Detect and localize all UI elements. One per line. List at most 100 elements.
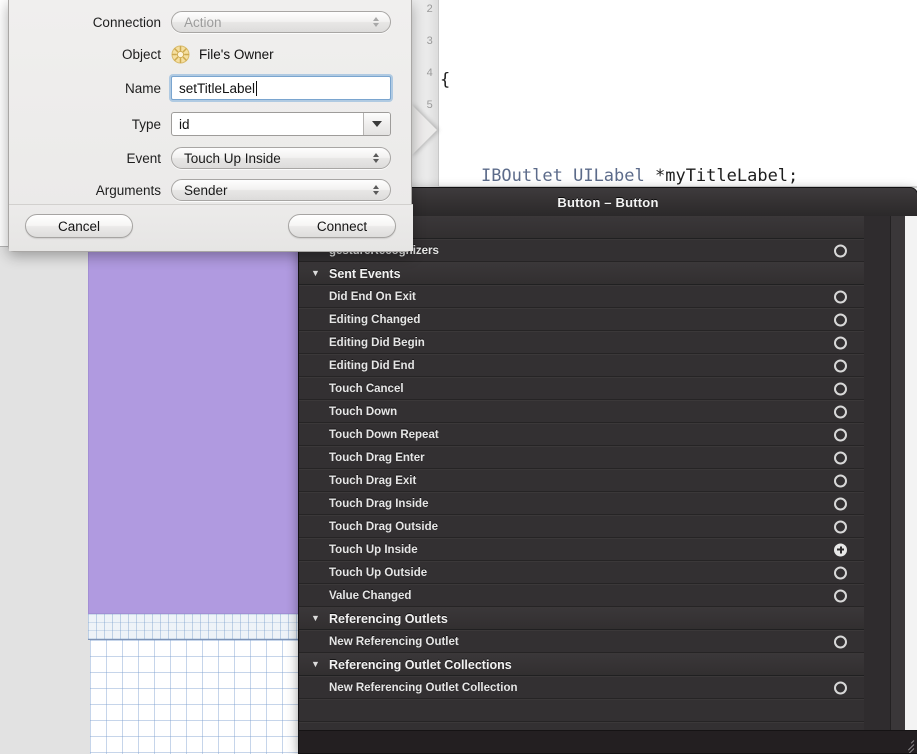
- connection-well-circle-icon[interactable]: [834, 566, 847, 579]
- connection-well-circle-icon[interactable]: [834, 405, 847, 418]
- field-row-event: Event Touch Up Inside: [9, 144, 413, 172]
- section-header-label: Referencing Outlet Collections: [329, 657, 512, 672]
- arguments-popup-value: Sender: [184, 182, 228, 198]
- connection-well-circle-icon[interactable]: [834, 359, 847, 372]
- line-number: 2: [426, 4, 433, 16]
- connection-row-editing-changed[interactable]: Editing Changed: [299, 308, 864, 331]
- connection-well-circle-icon[interactable]: [834, 336, 847, 349]
- inspector-right-margin: [905, 216, 917, 753]
- chevron-down-icon[interactable]: ▼: [311, 660, 325, 669]
- field-row-type: Type id: [9, 110, 413, 138]
- connection-well-circle-icon[interactable]: [834, 428, 847, 441]
- connection-row-label: Touch Drag Exit: [329, 474, 417, 487]
- up-down-arrows-icon: [373, 183, 380, 197]
- connection-row-label: Touch Up Inside: [329, 543, 418, 556]
- connection-well-circle-icon[interactable]: [834, 589, 847, 602]
- event-popup-button[interactable]: Touch Up Inside: [171, 147, 391, 169]
- connection-row-label: Editing Did Begin: [329, 336, 425, 349]
- inspector-connections-list: ▼ ollections gestureRecognizers ▼ Sent E…: [299, 216, 864, 731]
- connection-well-circle-icon[interactable]: [834, 635, 847, 648]
- name-label: Name: [124, 80, 161, 96]
- connection-row-touch-down[interactable]: Touch Down: [299, 400, 864, 423]
- object-label: Object: [121, 46, 161, 62]
- code-line-brace-open: {: [440, 70, 451, 90]
- chevron-down-icon[interactable]: ▼: [311, 269, 325, 278]
- section-header-referencing-outlets[interactable]: ▼ Referencing Outlets: [299, 607, 864, 630]
- connection-well-connected-icon[interactable]: [834, 543, 847, 556]
- section-header-sent-events[interactable]: ▼ Sent Events: [299, 262, 864, 285]
- code-token-iboutlet-declaration: IBOutlet UILabel *myTitleLabel;: [480, 166, 799, 186]
- canvas-view-purple[interactable]: [88, 247, 300, 614]
- connect-button[interactable]: Connect: [288, 214, 396, 238]
- connection-row-new-referencing-outlet-collection[interactable]: New Referencing Outlet Collection: [299, 676, 864, 699]
- connection-row-label: Touch Drag Outside: [329, 520, 439, 533]
- new-connection-popover[interactable]: Connection Action Object File's Owner Na…: [8, 0, 413, 252]
- type-combo-box[interactable]: id: [171, 112, 391, 136]
- connection-well-circle-icon[interactable]: [834, 497, 847, 510]
- connection-well-circle-icon[interactable]: [834, 244, 847, 257]
- field-row-name: Name setTitleLabel: [9, 74, 413, 102]
- connection-popup-value: Action: [184, 14, 222, 30]
- inspector-empty-row: [299, 699, 864, 722]
- connection-row-editing-did-end[interactable]: Editing Did End: [299, 354, 864, 377]
- section-header-label: Sent Events: [329, 266, 401, 281]
- connection-row-label: Touch Drag Enter: [329, 451, 425, 464]
- text-caret: [256, 80, 258, 96]
- event-label: Event: [126, 150, 161, 166]
- connection-well-circle-icon[interactable]: [834, 313, 847, 326]
- line-number: 4: [426, 68, 433, 80]
- connection-well-circle-icon[interactable]: [834, 474, 847, 487]
- line-number: 3: [426, 36, 433, 48]
- connection-well-circle-icon[interactable]: [834, 451, 847, 464]
- connection-row-touch-drag-exit[interactable]: Touch Drag Exit: [299, 469, 864, 492]
- connection-row-editing-did-begin[interactable]: Editing Did Begin: [299, 331, 864, 354]
- arguments-label: Arguments: [95, 182, 161, 198]
- connection-well-circle-icon[interactable]: [834, 520, 847, 533]
- connection-row-did-end-on-exit[interactable]: Did End On Exit: [299, 285, 864, 308]
- connection-row-new-referencing-outlet[interactable]: New Referencing Outlet: [299, 630, 864, 653]
- connection-label: Connection: [92, 14, 161, 30]
- connection-row-label: Touch Down Repeat: [329, 428, 439, 441]
- connections-inspector-panel[interactable]: Button – Button ▼ ollections gestureReco…: [299, 188, 917, 753]
- type-label: Type: [131, 116, 161, 132]
- connection-well-circle-icon[interactable]: [834, 290, 847, 303]
- connection-row-label: Editing Changed: [329, 313, 421, 326]
- chevron-down-icon[interactable]: ▼: [311, 614, 325, 623]
- connection-row-touch-cancel[interactable]: Touch Cancel: [299, 377, 864, 400]
- connection-row-touch-up-outside[interactable]: Touch Up Outside: [299, 561, 864, 584]
- connection-row-label: Did End On Exit: [329, 290, 416, 303]
- up-down-arrows-icon: [373, 151, 380, 165]
- interface-builder-canvas[interactable]: [0, 246, 301, 754]
- object-value: File's Owner: [199, 46, 274, 62]
- type-combo-value: id: [179, 116, 190, 132]
- connection-row-label: Touch Down: [329, 405, 398, 418]
- inspector-vertical-scrollbar[interactable]: [890, 216, 905, 731]
- connection-row-label: New Referencing Outlet: [329, 635, 459, 648]
- field-row-connection: Connection Action: [9, 8, 413, 36]
- connection-row-value-changed[interactable]: Value Changed: [299, 584, 864, 607]
- connection-row-touch-down-repeat[interactable]: Touch Down Repeat: [299, 423, 864, 446]
- connection-well-circle-icon[interactable]: [834, 681, 847, 694]
- chevron-down-icon[interactable]: [363, 113, 390, 135]
- arguments-popup-button[interactable]: Sender: [171, 179, 391, 201]
- connection-popup-button[interactable]: Action: [171, 11, 391, 33]
- inspector-footer-bar: [299, 730, 917, 753]
- connection-row-label: New Referencing Outlet Collection: [329, 681, 518, 694]
- resize-grip-icon[interactable]: [900, 737, 915, 753]
- connection-row-touch-drag-outside[interactable]: Touch Drag Outside: [299, 515, 864, 538]
- inspector-scroll-area[interactable]: ▼ ollections gestureRecognizers ▼ Sent E…: [299, 216, 917, 731]
- connection-row-label: Touch Up Outside: [329, 566, 428, 579]
- connection-row-touch-up-inside[interactable]: Touch Up Inside: [299, 538, 864, 561]
- connection-row-label: Touch Drag Inside: [329, 497, 429, 510]
- field-row-object: Object File's Owner: [9, 40, 413, 68]
- object-value-wrapper: File's Owner: [171, 45, 274, 64]
- connection-row-touch-drag-enter[interactable]: Touch Drag Enter: [299, 446, 864, 469]
- cancel-button[interactable]: Cancel: [25, 214, 133, 238]
- popover-button-bar: Cancel Connect: [9, 204, 413, 251]
- popover-pointer-arrow: [411, 104, 437, 156]
- files-owner-icon: [171, 45, 190, 64]
- section-header-referencing-outlet-collections[interactable]: ▼ Referencing Outlet Collections: [299, 653, 864, 676]
- connection-row-touch-drag-inside[interactable]: Touch Drag Inside: [299, 492, 864, 515]
- name-input[interactable]: setTitleLabel: [171, 76, 391, 100]
- connection-well-circle-icon[interactable]: [834, 382, 847, 395]
